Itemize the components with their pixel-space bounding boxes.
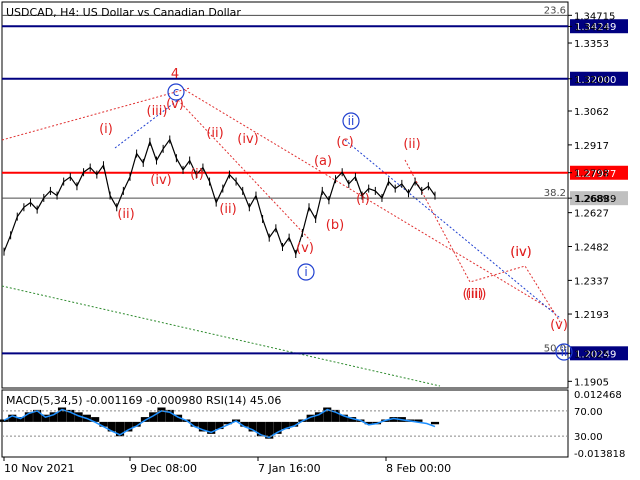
wave-label-red: (iv) [150, 173, 171, 188]
price-tick-label: 1.2193 [574, 310, 609, 321]
wave-label-red: (ii) [206, 126, 223, 141]
wave-label-red: (ii) [117, 207, 134, 222]
fib-level-label: 23.6 [544, 5, 566, 16]
wave-label-red: (i) [99, 122, 113, 137]
price-tick-label: 1.2627 [574, 209, 609, 220]
fib-level-label: 38.2 [544, 188, 566, 199]
price-tick-label: 1.1905 [574, 377, 609, 388]
indicator-tick-label: -0.013818 [574, 449, 625, 460]
chart-title: USDCAD, H4: US Dollar vs Canadian Dollar [6, 6, 241, 19]
price-tick-label: 1.2025 [574, 349, 609, 360]
price-tick-label: 1.34715 [574, 11, 615, 22]
price-tick-label: 1.3424 [574, 22, 609, 33]
wave-label-red: (iv) [237, 132, 258, 147]
time-tick-label: 10 Nov 2021 [4, 462, 74, 475]
wave-label-red: (b) [326, 218, 344, 233]
macd-bar [430, 421, 440, 425]
indicator-tick-label: 0.012468 [574, 390, 622, 401]
wave-label-red: (v) [296, 241, 314, 256]
wave-label-red: (v) [550, 318, 568, 333]
macd-bar [157, 407, 166, 422]
price-tick-label: 1.2482 [574, 243, 609, 254]
indicator-title: MACD(5,34,5) -0.001169 -0.000980 RSI(14)… [6, 394, 281, 407]
price-tick-label: 1.2798 [574, 169, 609, 180]
wave-label-red: (iii) [463, 287, 484, 302]
wave-label-red: (ii) [219, 202, 236, 217]
chart-window: { "chart_data": [ { "type": "candlestick… [0, 0, 640, 480]
wave-label-blue: c [173, 85, 180, 99]
indicator-tick-label: 30.00 [574, 432, 603, 443]
time-axis: 10 Nov 2021 9 Dec 08:00 7 Jan 16:00 8 Feb 0… [3, 457, 451, 475]
wave-label-red: (ii) [403, 137, 420, 152]
indicator-tick-label: 70.00 [574, 407, 603, 418]
price-tick-label: 1.3200 [574, 75, 609, 86]
price-tick-label: 1.3353 [574, 39, 609, 50]
wave-label-red: (a) [314, 154, 332, 169]
wave-label-red: (iv) [510, 245, 531, 260]
wave-label-red: (iii) [147, 104, 168, 119]
price-axis: 1.347151.3424 1.3353 1.3200 1.3062 1.2917 1.2… [568, 11, 615, 388]
price-tick-label: 1.2689 [574, 194, 609, 205]
wave-label-blue: ii [348, 114, 355, 128]
price-tick-label: 1.3062 [574, 107, 609, 118]
time-tick-label: 7 Jan 16:00 [258, 462, 321, 475]
wave-label-red: (i) [190, 167, 204, 182]
wave-label-blue: i [304, 265, 307, 279]
time-tick-label: 9 Dec 08:00 [130, 462, 197, 475]
time-tick-label: 8 Feb 00:00 [386, 462, 451, 475]
wave-label-red: (i) [356, 192, 370, 207]
wave-label-red: (v) [166, 97, 184, 112]
chart-canvas: 23.61.342491.320001.2797738.21.2688950.0… [0, 1, 628, 475]
wave-label-blue: ii [561, 345, 568, 359]
price-tick-label: 1.2337 [574, 276, 609, 287]
price-tick-label: 1.2917 [574, 141, 609, 152]
wave-label-red: 4 [171, 67, 179, 82]
wave-label-red: (c) [336, 135, 353, 150]
price-panel-frame [1, 1, 569, 389]
